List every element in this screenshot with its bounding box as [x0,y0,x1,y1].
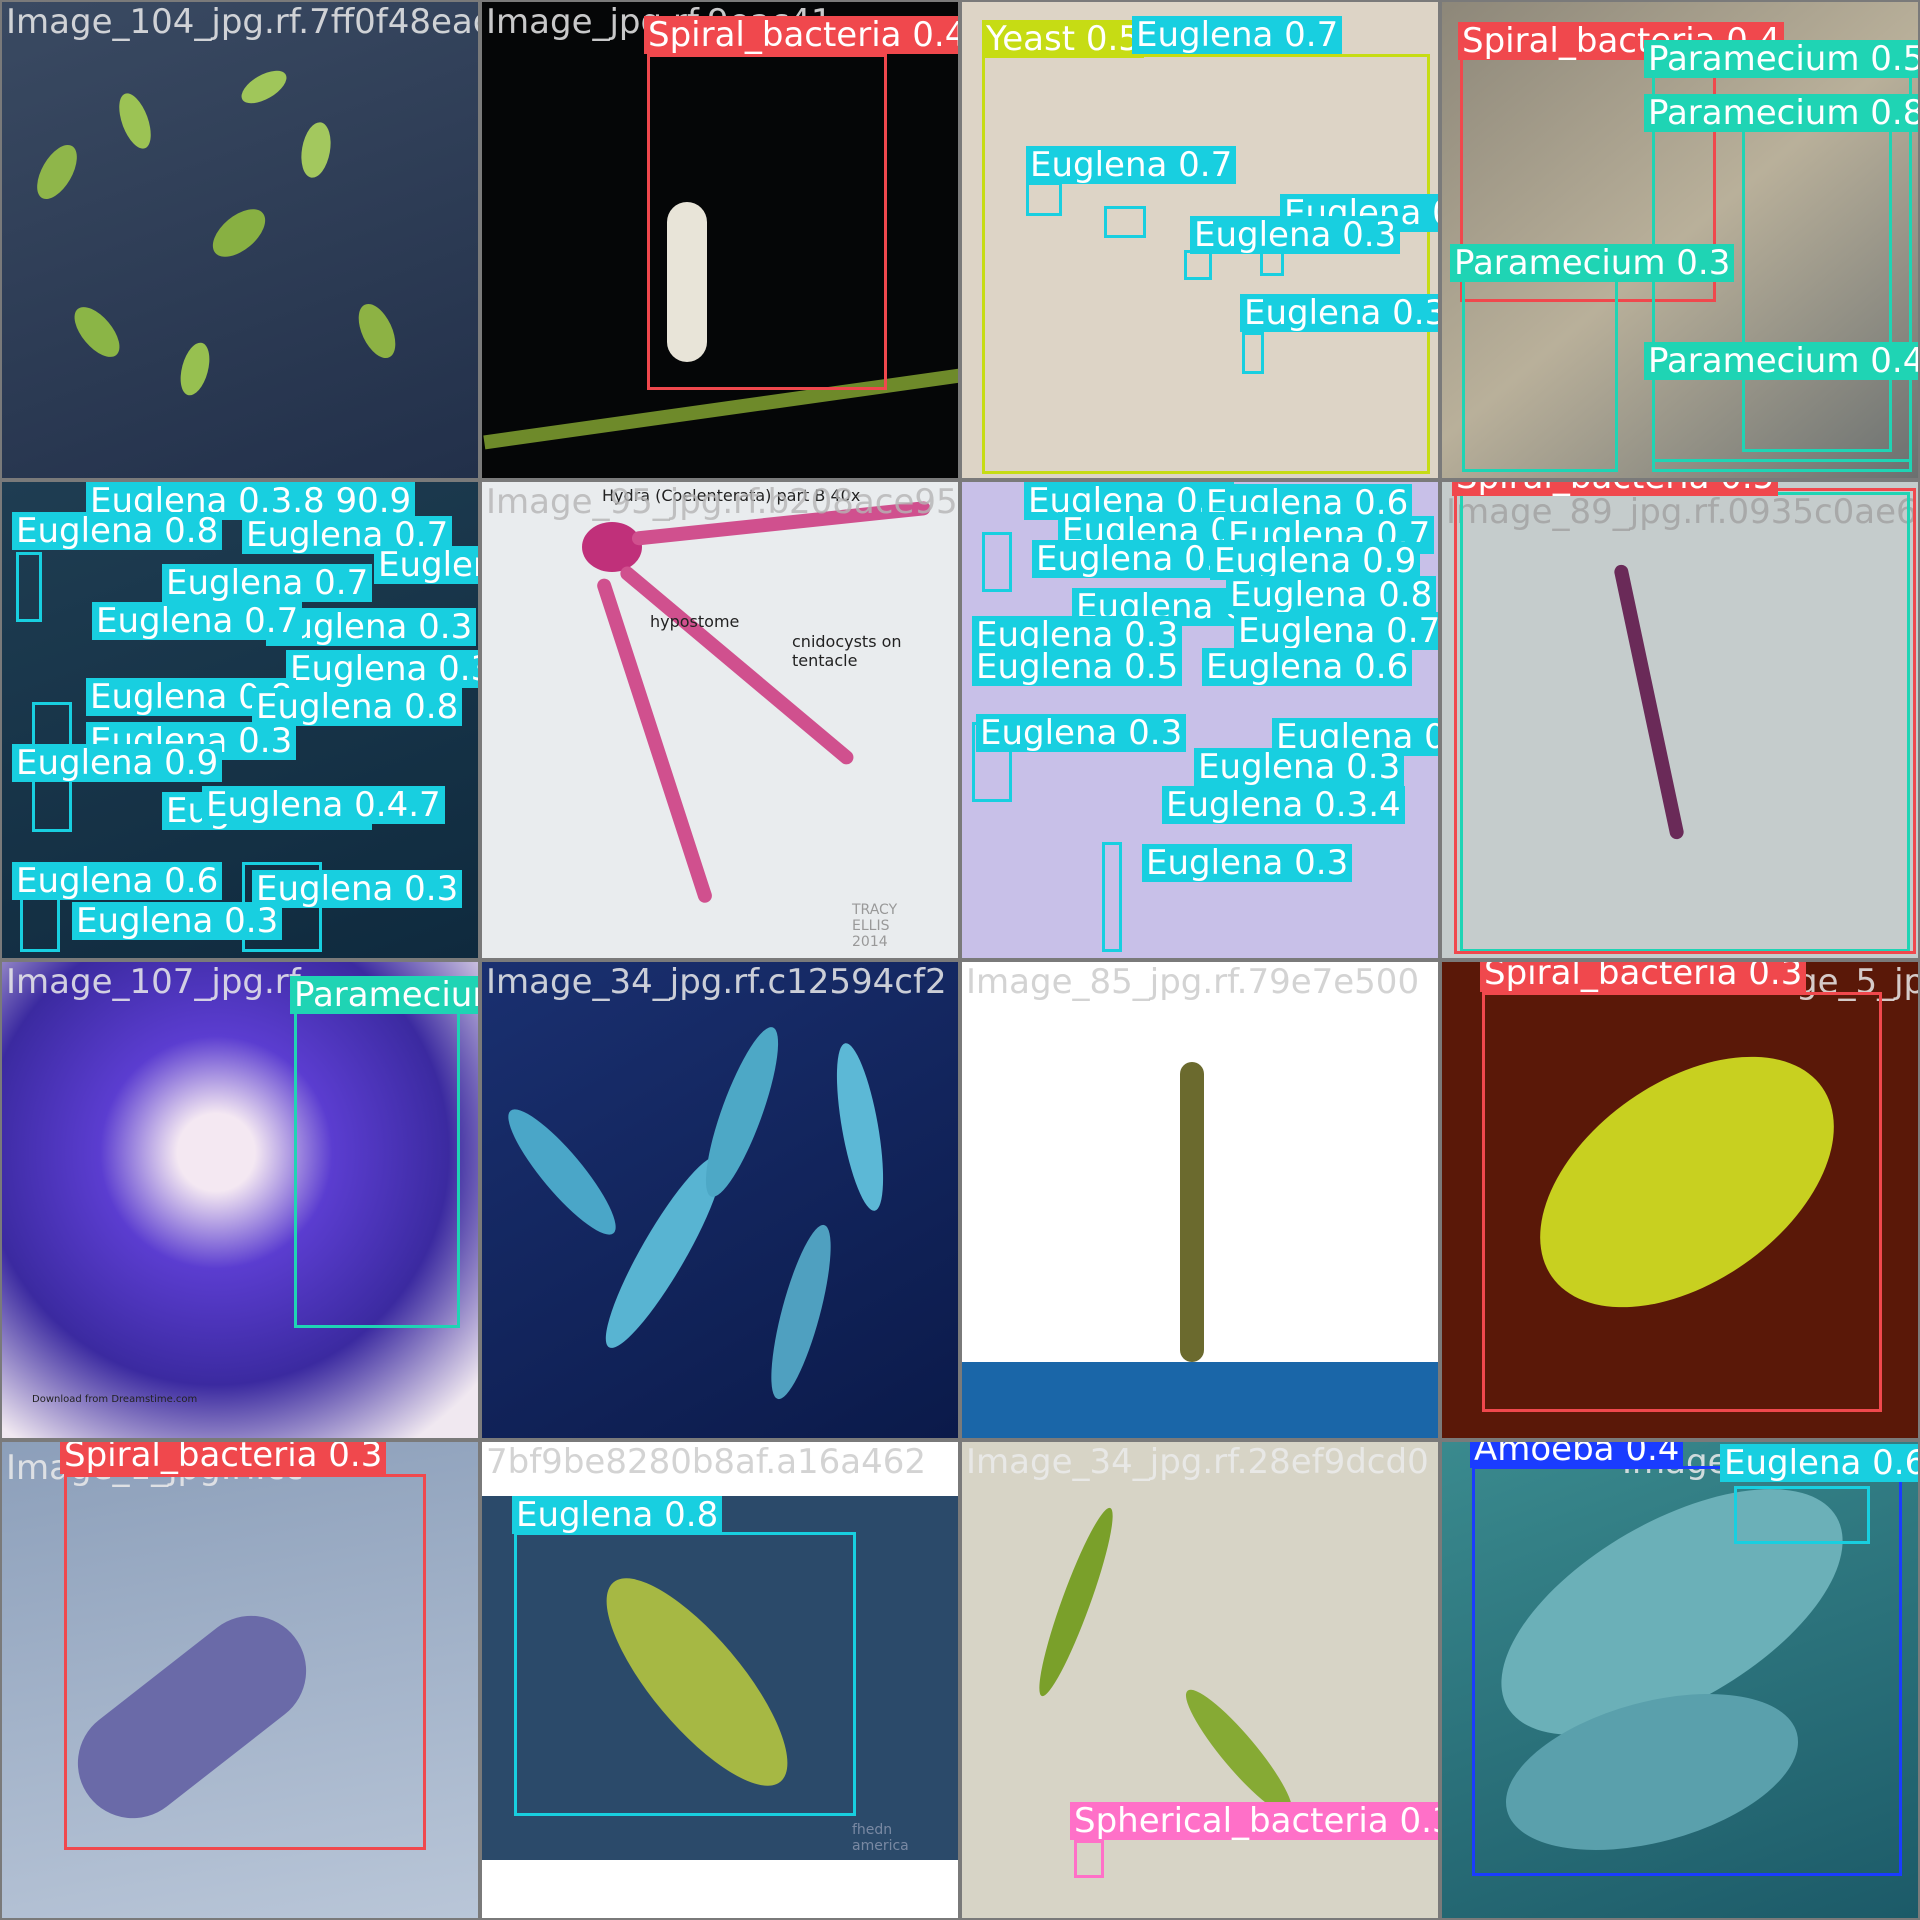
label-paramecium: Paramecium 0.5 [1644,40,1918,78]
euglena-cell [66,299,128,365]
tile-1: Image_104_jpg.rf.7ff0f48eadb9b3ac41 [0,0,480,480]
bbox-spiral-bacteria-outer [1454,488,1916,954]
label-euglena: Euglena 0.3 [1240,294,1438,332]
label-euglena: Euglena 0.5 [972,648,1183,686]
image-filename: 7bf9be8280b8af.a16a462 [486,1442,927,1482]
bbox-euglena [16,552,42,622]
label-euglena: Euglena 0.4.7 [202,786,445,824]
bbox-euglena [1026,182,1062,216]
label-euglena: Euglena 0.6 [12,862,223,900]
euglena-cell [495,1097,629,1247]
tile-9: Paramecium 0.6 Download from Dreamstime.… [0,960,480,1440]
image-filename: Image_34_jpg.rf.c12594cf2 [486,962,947,1002]
tile-4: Spiral_bacteria 0.4 Paramecium 0.5 Param… [1440,0,1920,480]
tile-11: Image_85_jpg.rf.79e7e500 [960,960,1440,1440]
label-euglena: Euglena 0.7 [1132,16,1343,54]
hydra-stalk [1180,1062,1204,1362]
tile-13: Spiral_bacteria 0.3 Image_1_jpg.rf.cc [0,1440,480,1920]
label-paramecium: Paramecium 0.4 [1644,342,1918,380]
bbox-euglena [1102,842,1122,952]
label-euglena: Euglena 0.8 [12,512,223,550]
watermark: Download from Dreamstime.com [32,1394,198,1405]
image-filename: Image_107_jpg.rf [6,962,301,1002]
label-spiral-bacteria: Spiral_bacteria 0.3 [1480,962,1807,992]
image-filename: Image_95_jpg.rf.b208ace95bd [486,482,960,522]
euglena-cell [29,138,85,206]
label-euglena: Euglena 0.6 [1202,648,1413,686]
water-surface [962,1362,1438,1438]
euglena-cell [827,1040,893,1214]
label-euglena: Euglena 0.3.4 [1162,786,1405,824]
euglena-cell [759,1220,843,1404]
tile-14: Euglena 0.8 fhedn america 7bf9be8280b8af… [480,1440,960,1920]
label-euglena: Euglena 0.7 [162,564,373,602]
bbox-euglena [514,1532,856,1816]
label-euglena: Euglena 0.8 [252,688,463,726]
label-spiral-bacteria: Spiral_bacteria 0.4 [644,16,958,54]
bbox-spiral-bacteria [64,1474,426,1850]
credit: TRACY ELLIS 2014 [852,902,898,950]
label-spiral-bacteria: Spiral_bacteria 0.5 [1452,482,1779,496]
label-euglena: Euglena 0.9 [12,744,223,782]
euglena-cell [112,89,158,153]
label-euglena: Euglena 0.7 8 [1234,612,1438,650]
bbox-euglena [1242,332,1264,374]
label-euglena: Euglena 0.3 [976,714,1187,752]
label-euglena: Euglena 0.3 [72,902,283,940]
euglena-cell [204,200,274,266]
euglena-cell [1028,1503,1124,1701]
tile-3: Yeast 0.5 Euglena 0.7 Euglena 0.7 Euglen… [960,0,1440,480]
tile-10: Image_34_jpg.rf.c12594cf2 [480,960,960,1440]
annotation-hypostome: hypostome [650,612,740,631]
label-euglena: Euglena 0.3 [286,650,478,688]
label-paramecium: Paramecium 0.6 [290,976,478,1014]
bbox-spiral-bacteria [1482,992,1882,1412]
label-euglena: Euglena 0.3 [252,870,463,908]
label-euglena: Euglena 0.3 [1190,216,1401,254]
tile-8: Spiral_bacteria 0.5 Image_89_jpg.rf.0935… [1440,480,1920,960]
label-euglena: Euglena 0.9 [374,546,478,584]
bbox-paramecium [294,1008,460,1328]
label-paramecium: Paramecium 0.3 [1450,244,1735,282]
image-filename: Image_104_jpg.rf.7ff0f48eadb9b3ac41 [6,2,478,42]
bbox-euglena [982,532,1012,592]
label-spiral-bacteria: Spiral_bacteria 0.3 [60,1442,387,1474]
label-euglena: Euglena 0.7 [92,602,303,640]
euglena-cell [175,339,215,399]
tile-12: Spiral_bacteria 0.3 Image_5_jpg.rf.04d6e… [1440,960,1920,1440]
label-euglena: Euglena 0.3 [1194,748,1405,786]
label-euglena: Euglena 0.3 [1142,844,1353,882]
image-filename: Image_34_jpg.rf.28ef9dcd0 [966,1442,1429,1482]
white-strip [482,1860,958,1918]
euglena-cell [351,298,403,364]
tile-5: Euglena 0.3.8 90.9 Euglena 0.8 Euglena 0… [0,480,480,960]
label-paramecium: Paramecium 0.8 [1644,94,1918,132]
tile-16: Amoeba 0.4 Euglena 0.6 Image_jpg [1440,1440,1920,1920]
euglena-cell [236,64,292,110]
label-amoeba: Amoeba 0.4 [1470,1442,1684,1468]
annotation-cnidocysts: cnidocysts on tentacle [792,632,902,670]
hydra-hypostome [582,522,642,572]
bbox-euglena [1734,1486,1870,1544]
credit: fhedn america [852,1822,909,1854]
label-euglena: Euglena 0.8 [1226,576,1437,614]
image-filename: Image_85_jpg.rf.79e7e500 [966,962,1420,1002]
tile-7: Euglena 0.3 Euglena 0.6 Euglena 0.3 Eugl… [960,480,1440,960]
label-euglena: Euglena 0.8 [512,1496,723,1534]
bbox-euglena [1104,206,1146,238]
bbox-spiral-bacteria [647,54,887,390]
tile-15: Spherical_bacteria 0.3 Image_34_jpg.rf.2… [960,1440,1440,1920]
euglena-cell [692,1020,792,1204]
label-euglena: Euglena 0.6 [1720,1444,1918,1482]
euglena-cell [297,119,335,181]
label-spherical-bacteria: Spherical_bacteria 0.3 [1070,1802,1438,1840]
tile-2: Spiral_bacteria 0.4 Image_jpg.rf.9eac41 [480,0,960,480]
label-yeast: Yeast 0.5 [982,20,1144,58]
bbox-spherical-bacteria [1074,1840,1104,1878]
bbox-paramecium [1462,272,1618,472]
tile-6: Hydra (Coelenterata) part B 40x hypostom… [480,480,960,960]
label-euglena: Euglena 0.7 [1026,146,1237,184]
